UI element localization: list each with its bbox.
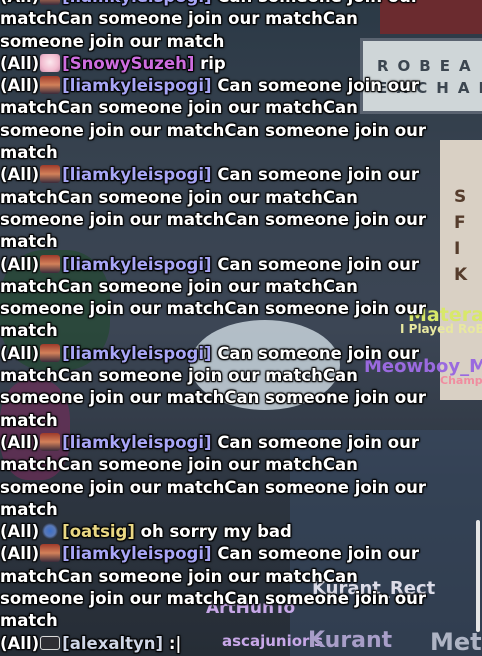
chat-message: (All) [alexaltyn] :| [0,633,444,655]
chat-message: (All)[liamkyleispogi] Can someone join o… [0,543,444,632]
post-letters: SFIK [454,184,467,288]
post-letter: F [454,213,466,233]
chat-message: (All) [liamkyleispogi] Can someone join o… [0,0,444,53]
roblox-avatar-icon [40,635,61,650]
roblox-avatar-icon [40,53,61,72]
chat-username[interactable]: [liamkyleispogi] [62,0,211,6]
chat-message: (All)[liamkyleispogi] Can someone join o… [0,432,444,521]
chat-username[interactable]: [liamkyleispogi] [62,544,211,563]
chat-message: (All)[liamkyleispogi] Can someone join o… [0,343,444,432]
chat-channel-tag: (All) [0,633,40,653]
chat-message-text: :| [168,633,182,653]
chat-username[interactable]: [SnowySuzeh] [62,54,194,73]
chat-message: (All) [oatsig] oh sorry my bad [0,521,444,543]
chat-username[interactable]: [liamkyleispogi] [62,76,211,95]
chat-message-text: Can someone join our matchCan someone jo… [0,0,419,51]
post-letter: S [454,187,467,207]
chat-username[interactable]: [liamkyleispogi] [62,433,211,452]
chat-channel-tag: (All) [0,544,40,564]
roblox-avatar-icon [40,544,61,563]
chat-username[interactable]: [liamkyleispogi] [62,255,211,274]
chat-log[interactable]: (All) [liamkyleispogi] Can someone join o… [0,0,444,655]
roblox-avatar-icon [40,76,61,95]
chat-channel-tag: (All) [0,432,40,452]
chat-message: (All) [SnowySuzeh] rip [0,53,444,75]
player-title: Champion [440,374,482,387]
chat-channel-tag: (All) [0,165,40,185]
chat-message: (All)[liamkyleispogi] Can someone join o… [0,75,444,164]
roblox-avatar-icon [40,432,61,451]
chat-username[interactable]: [alexaltyn] [62,634,163,653]
chat-channel-tag: (All) [0,53,40,73]
chat-message: (All)[liamkyleispogi] Can someone join o… [0,254,444,343]
chat-username[interactable]: [oatsig] [62,522,135,541]
chat-username[interactable]: [liamkyleispogi] [62,344,211,363]
roblox-avatar-icon [40,165,61,184]
chat-channel-tag: (All) [0,0,39,6]
post-letter: I [454,239,461,259]
chat-channel-tag: (All) [0,254,40,274]
chat-channel-tag: (All) [0,522,40,542]
roblox-avatar-icon [40,343,61,362]
chat-message: (All)[liamkyleispogi] Can someone join o… [0,164,444,253]
chat-scrollbar[interactable] [476,520,480,632]
chat-message-text: rip [200,53,226,73]
chat-username[interactable]: [liamkyleispogi] [62,165,211,184]
roblox-avatar-icon [40,254,61,273]
roblox-avatar-icon [40,0,61,5]
chat-message-text: oh sorry my bad [140,522,292,542]
post-letter: K [454,265,468,285]
chat-channel-tag: (All) [0,343,40,363]
chat-channel-tag: (All) [0,76,40,96]
roblox-avatar-icon [40,522,61,541]
